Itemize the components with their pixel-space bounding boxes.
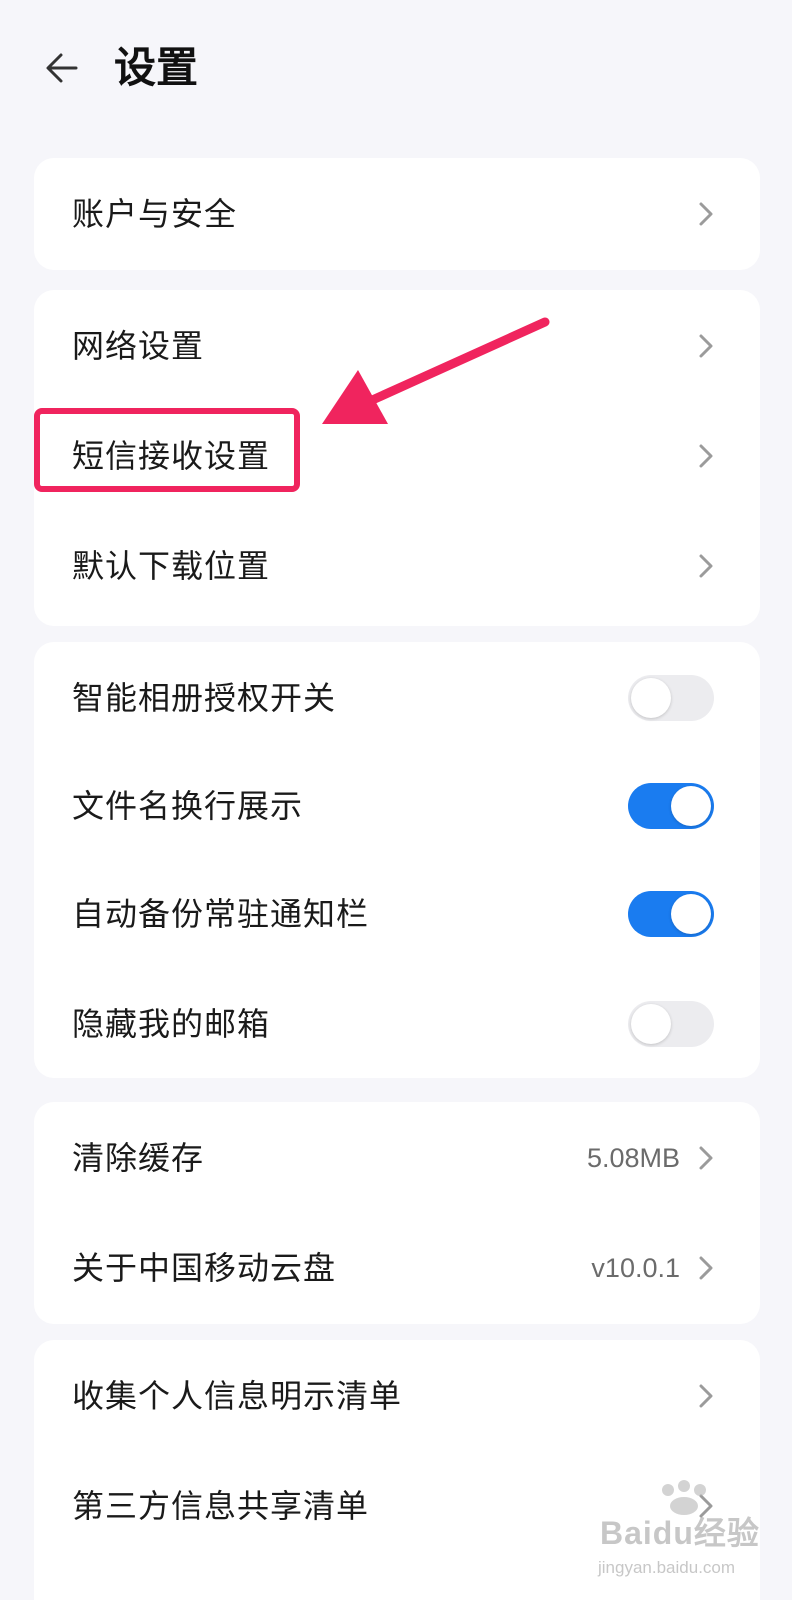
back-button[interactable]	[40, 46, 84, 90]
chevron-right-icon	[699, 334, 713, 358]
settings-group-network: 网络设置 短信接收设置 默认下载位置	[34, 290, 760, 626]
settings-row-about[interactable]: 关于中国移动云盘 v10.0.1	[34, 1212, 760, 1324]
row-label: 默认下载位置	[72, 547, 271, 585]
cache-size-value: 5.08MB	[586, 1143, 680, 1173]
row-label: 账户与安全	[72, 195, 238, 233]
settings-row-clear-cache[interactable]: 清除缓存 5.08MB	[34, 1102, 760, 1214]
smart-album-toggle[interactable]	[628, 675, 714, 721]
arrow-left-icon	[46, 53, 78, 83]
toggle-knob	[631, 678, 671, 718]
chevron-right-icon	[699, 1256, 713, 1280]
settings-group-storage: 清除缓存 5.08MB 关于中国移动云盘 v10.0.1	[34, 1102, 760, 1324]
row-label: 智能相册授权开关	[72, 679, 337, 717]
toggle-knob	[671, 894, 711, 934]
chevron-right-icon	[699, 1494, 713, 1518]
settings-row-account-security[interactable]: 账户与安全	[34, 158, 760, 270]
settings-row-hide-email: 隐藏我的邮箱	[34, 968, 760, 1080]
backup-notification-toggle[interactable]	[628, 891, 714, 937]
row-label: 自动备份常驻通知栏	[72, 895, 370, 933]
settings-row-backup-notification: 自动备份常驻通知栏	[34, 858, 760, 970]
hide-email-toggle[interactable]	[628, 1001, 714, 1047]
toggle-knob	[631, 1004, 671, 1044]
row-label: 网络设置	[72, 327, 205, 365]
row-label: 关于中国移动云盘	[72, 1249, 337, 1287]
row-label: 第三方信息共享清单	[72, 1487, 370, 1525]
settings-row-personal-info-list[interactable]: 收集个人信息明示清单	[34, 1340, 760, 1452]
settings-row-filename-wrap: 文件名换行展示	[34, 750, 760, 862]
chevron-right-icon	[699, 1384, 713, 1408]
row-label: 文件名换行展示	[72, 787, 304, 825]
toggle-knob	[671, 786, 711, 826]
chevron-right-icon	[699, 1146, 713, 1170]
chevron-right-icon	[699, 554, 713, 578]
version-value: v10.0.1	[591, 1253, 680, 1283]
settings-group-account: 账户与安全	[34, 158, 760, 270]
settings-row-download-location[interactable]: 默认下载位置	[34, 510, 760, 622]
chevron-right-icon	[699, 202, 713, 226]
settings-row-third-party-list[interactable]: 第三方信息共享清单	[34, 1450, 760, 1562]
settings-row-smart-album: 智能相册授权开关	[34, 642, 760, 754]
settings-row-network[interactable]: 网络设置	[34, 290, 760, 402]
filename-wrap-toggle[interactable]	[628, 783, 714, 829]
row-label: 短信接收设置	[72, 437, 271, 475]
row-label: 收集个人信息明示清单	[72, 1377, 403, 1415]
chevron-right-icon	[699, 444, 713, 468]
top-bar: 设置	[0, 0, 792, 142]
row-label: 隐藏我的邮箱	[72, 1005, 271, 1043]
settings-group-privacy: 收集个人信息明示清单 第三方信息共享清单	[34, 1340, 760, 1600]
row-label: 清除缓存	[72, 1139, 205, 1177]
settings-group-toggles: 智能相册授权开关 文件名换行展示 自动备份常驻通知栏 隐藏我的邮箱	[34, 642, 760, 1078]
page-title: 设置	[114, 43, 199, 92]
settings-row-sms-receive[interactable]: 短信接收设置	[34, 400, 760, 512]
